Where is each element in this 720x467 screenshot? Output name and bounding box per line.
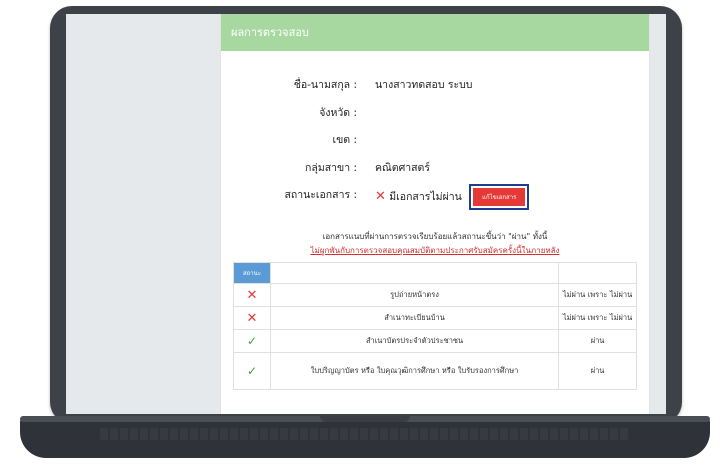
note-line-1: เอกสารแนบที่ผ่านการตรวจเรียบร้อยแล้วสถาน… <box>322 232 548 241</box>
name-label: ชื่อ-นามสกุล : <box>293 79 357 91</box>
laptop-keyboard <box>100 428 630 440</box>
x-mark-icon: ✕ <box>233 283 271 307</box>
results-panel: ผลการตรวจสอบ ชื่อ-นามสกุล : นางสาวทดสอบ … <box>220 14 650 414</box>
subject-row: กลุ่มสาขา : คณิตศาสตร์ <box>221 159 649 177</box>
laptop-screen: ผลการตรวจสอบ ชื่อ-นามสกุล : นางสาวทดสอบ … <box>66 14 666 414</box>
table-header-row: สถานะ <box>233 262 637 284</box>
laptop-hinge <box>320 416 410 422</box>
doc-status-value: มีเอกสารไม่ผ่าน <box>389 191 462 203</box>
x-mark-icon: ✕ <box>233 306 271 330</box>
document-name: สำเนาทะเบียนบ้าน <box>269 306 560 330</box>
check-mark-icon: ✓ <box>233 352 271 390</box>
document-result: ผ่าน <box>558 352 637 390</box>
document-name: ใบปริญญาบัตร หรือ ใบคุณวุฒิการศึกษา หรือ… <box>269 352 560 390</box>
doc-status-row: สถานะเอกสาร : ✕ มีเอกสารไม่ผ่าน แก้ไขเอก… <box>221 184 649 210</box>
results-table: สถานะ ✕ รูปถ่ายหน้าตรง ไม่ผ่าน เพราะ ไม่… <box>233 262 637 390</box>
document-header <box>269 262 560 284</box>
table-row: ✓ สำเนาบัตรประจำตัวประชาชน ผ่าน <box>233 329 637 353</box>
note-line-2[interactable]: ไม่ผูกพันกับการตรวจสอบคุณสมบัติตามประกาศ… <box>221 244 649 257</box>
province-row: จังหวัด : <box>221 104 649 122</box>
table-row: ✕ สำเนาทะเบียนบ้าน ไม่ผ่าน เพราะ ไม่ผ่าน <box>233 306 637 330</box>
panel-header: ผลการตรวจสอบ <box>221 14 649 51</box>
document-result: ผ่าน <box>558 329 637 353</box>
name-value: นางสาวทดสอบ ระบบ <box>375 79 473 91</box>
district-label: เขต : <box>332 134 357 146</box>
subject-value: คณิตศาสตร์ <box>375 162 431 174</box>
name-row: ชื่อ-นามสกุล : นางสาวทดสอบ ระบบ <box>221 76 649 94</box>
table-row: ✕ รูปถ่ายหน้าตรง ไม่ผ่าน เพราะ ไม่ผ่าน <box>233 283 637 307</box>
subject-label: กลุ่มสาขา : <box>305 162 357 174</box>
check-mark-icon: ✓ <box>233 329 271 353</box>
province-label: จังหวัด : <box>319 107 357 119</box>
document-result: ไม่ผ่าน เพราะ ไม่ผ่าน <box>558 283 637 307</box>
district-row: เขต : <box>221 131 649 149</box>
x-mark-icon: ✕ <box>375 189 386 204</box>
result-header <box>558 262 637 284</box>
status-header: สถานะ <box>233 262 271 284</box>
document-name: รูปถ่ายหน้าตรง <box>269 283 560 307</box>
edit-documents-button[interactable]: แก้ไขเอกสาร <box>469 184 530 210</box>
table-row: ✓ ใบปริญญาบัตร หรือ ใบคุณวุฒิการศึกษา หร… <box>233 352 637 390</box>
document-name: สำเนาบัตรประจำตัวประชาชน <box>269 329 560 353</box>
document-result: ไม่ผ่าน เพราะ ไม่ผ่าน <box>558 306 637 330</box>
doc-status-value-wrap: ✕ มีเอกสารไม่ผ่าน แก้ไขเอกสาร <box>375 184 530 210</box>
doc-status-label: สถานะเอกสาร : <box>284 189 357 201</box>
